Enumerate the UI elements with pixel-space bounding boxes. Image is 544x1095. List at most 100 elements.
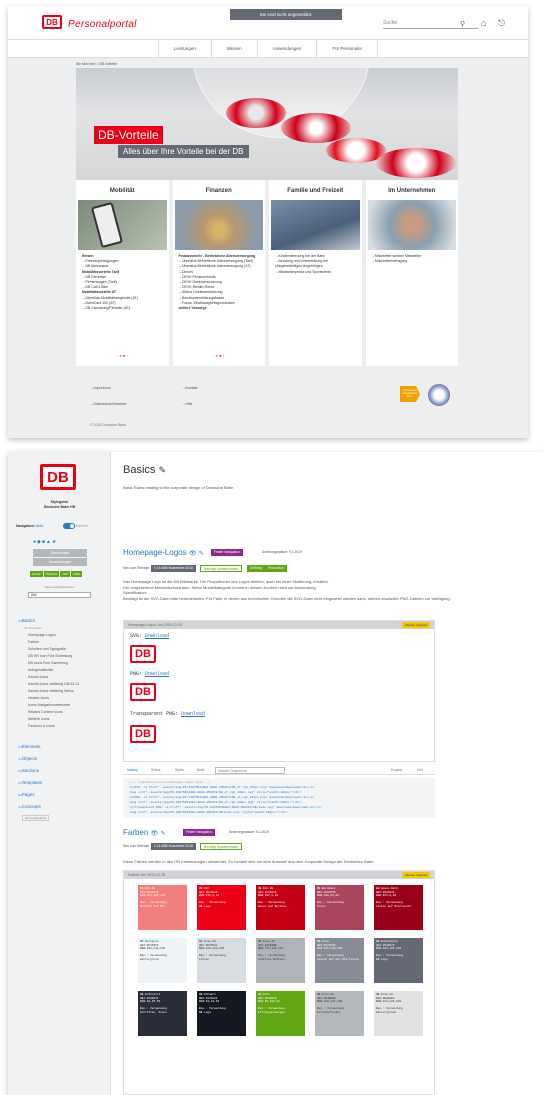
png-download: PNG: Download [130, 671, 169, 677]
version-select[interactable]: Alle [28, 592, 91, 598]
section-title-colors: Farben 👁 ✎ [123, 828, 165, 837]
db-logo[interactable]: DB [40, 464, 76, 490]
applications-box[interactable]: Anwendungen [33, 558, 87, 566]
tag-portal[interactable]: PORTAL [43, 571, 60, 577]
sidebar-tool-icons[interactable]: ●◆■▲★ [33, 539, 57, 545]
transparent-png-download-link[interactable]: Download [181, 711, 205, 717]
sidebar-link[interactable]: Weitere Icons [28, 717, 49, 721]
navigation-label: Navigation: [16, 524, 36, 528]
sidebar-link[interactable]: Related Content Icons [28, 710, 63, 714]
db-globe-icon[interactable] [428, 384, 450, 406]
color-swatch: DB-Grau-40 HEX:#AFB4BB RGB:175,180,187 Bsp… [256, 938, 305, 983]
color-swatch: DB-Rot-30 HEX:#F27E7E RGB:242,126,126 Bsp.… [138, 885, 187, 930]
card-title[interactable]: Familie und Freizeit [269, 180, 362, 200]
footer-link-impressum[interactable]: Impressum [90, 386, 111, 390]
logout-icon[interactable]: ⎋ [498, 18, 505, 29]
carousel-dots[interactable]: ‹ ● ● › [76, 353, 169, 358]
sidebar-link[interactable]: Anlegenaktivität [28, 668, 53, 672]
list-item[interactable]: Mitarbeiterbefragung [372, 259, 453, 264]
png-download-link[interactable]: Download [145, 671, 169, 677]
sidebar-all-templates[interactable]: All Templates [24, 626, 42, 630]
nav-pill[interactable]: Fester Navigation [183, 829, 215, 836]
color-swatch: DB-Rot-80 HEX:#C50014 RGB:197,0,20 Bsp.: V… [256, 885, 305, 930]
tab-styles[interactable]: Styles [175, 766, 184, 775]
nav-item-wissen[interactable]: Wissen [210, 40, 257, 57]
sidebar-section-concepts[interactable]: Concepts [18, 804, 41, 809]
home-icon[interactable]: ⌂ [481, 18, 486, 28]
card-title[interactable]: Mobilität [76, 180, 169, 200]
release-label: Neu zum Release [123, 844, 150, 848]
all-components-button[interactable]: All Components [22, 815, 50, 821]
breadcrumb[interactable]: Sie sind hier: / DB-Vorteile [76, 62, 117, 66]
sidebar-link[interactable]: Header-Icons [28, 696, 49, 700]
login-status-banner: Sie sind nicht angemeldet. [230, 9, 342, 20]
eye-icon[interactable]: 👁 [151, 831, 159, 837]
sidebar-link[interactable]: Farben [28, 640, 39, 644]
main-navigation: Leistungen Wissen Anwendungen Für Person… [8, 40, 528, 58]
edit-icon[interactable]: ✎ [158, 465, 166, 475]
sidebar-link[interactable]: Kachel-Icons [28, 675, 48, 679]
sidebar-link[interactable]: Favicons & Icons [28, 724, 55, 728]
nav-pill[interactable]: Fester Navigation [211, 549, 243, 556]
code-line: <img src="..assets/img/PS-93075D440E4-9D… [129, 791, 302, 794]
sidebar-link[interactable]: Homepage-Logos [28, 633, 56, 637]
card-mobilitaet: Mobilität Reisen Fahrvergünstigungen DB … [76, 180, 169, 366]
tab-status[interactable]: Status [151, 766, 160, 775]
db-logo[interactable]: DB [42, 15, 62, 29]
eye-icon[interactable]: 👁 [189, 551, 197, 557]
hero-subtitle: Alles über Ihre Vorteile bei der DB [118, 145, 249, 158]
description-line: Benötigt ist die SVG-Datei bitte herunte… [123, 595, 451, 601]
sidebar-section-pages[interactable]: Pages [18, 792, 35, 797]
list-item[interactable]: Beratung und Unterstützung bei pflegebed… [275, 259, 356, 269]
sidebar-link[interactable]: Icons Navigationselemente [28, 703, 70, 707]
swatch-text: Icons [317, 904, 326, 908]
footer-link-datenschutz[interactable]: Datenschutzhinweise [90, 402, 127, 406]
expand-button[interactable]: Expand [391, 766, 402, 775]
hero-title: DB-Vorteile [94, 126, 163, 144]
card-title[interactable]: Finanzen [173, 180, 266, 200]
list-heading[interactable]: weitere Vorsorge [179, 306, 260, 311]
nav-item-anwendungen[interactable]: Anwendungen [256, 40, 317, 57]
card-links: Kinderbetreuung bei der Bahn Beratung un… [269, 250, 362, 279]
card-title[interactable]: Im Unternehmen [366, 180, 459, 200]
footer-badge[interactable]: Verbraucher Unternehmen Bahn [400, 386, 420, 402]
svg-download-link[interactable]: Download [145, 633, 169, 639]
overview-box[interactable]: Übersichten [33, 549, 87, 557]
sidebar-link[interactable]: Kachel-Icons vielfarbig DB-03-12 [28, 682, 79, 686]
tab-build[interactable]: Build [197, 766, 204, 775]
download-label: SVG: [130, 633, 143, 639]
swatch-text: Linien auf Startseite [376, 904, 412, 908]
nav-item-personaler[interactable]: Für Personaler [316, 40, 379, 57]
include-component-select[interactable]: Include Component [215, 767, 285, 774]
list-item[interactable]: Mitarbeiterpreise und Sportevents [275, 270, 356, 275]
sidebar-link[interactable]: DB HR Icon Font Sammlung [28, 654, 72, 658]
sidebar-link[interactable]: Kachel-Icons vielfarbig Weiss [28, 689, 74, 693]
carousel-dots[interactable]: ‹ ● ● › [173, 353, 266, 358]
color-swatch: DB-Hellgrau HEX:#F0F3F5 RGB:240,243,245 Bs… [138, 938, 187, 983]
sidebar-link[interactable]: DB Icons Font Sammlung [28, 661, 68, 665]
navigation-toggle[interactable] [63, 523, 75, 529]
tab-markup[interactable]: Markup [127, 766, 138, 775]
footer-link-hilfe[interactable]: Hilfe [182, 402, 193, 406]
sidebar-section-templates[interactable]: Templates [18, 780, 43, 785]
styleguide-subtitle-line: Deutsche Bahn HR [43, 505, 76, 509]
sidebar-section-sections[interactable]: Sections [18, 768, 39, 773]
sidebar-section-basics[interactable]: Basics [18, 618, 35, 623]
swatch-text: DB Logo [199, 904, 211, 908]
nav-item-leistungen[interactable]: Leistungen [157, 40, 211, 57]
section-title-logos: Homepage-Logos 👁 ✎ [123, 548, 204, 557]
search-icon[interactable]: ⚲ [460, 20, 465, 28]
meta-pill: Benötigt Spalteninhalte [200, 843, 242, 850]
footer-link-kontakt[interactable]: Kontakt [182, 386, 198, 390]
list-item[interactable]: Überblick Betriebliche Altersversorgung … [179, 264, 260, 269]
tag-dock[interactable]: DOCK [30, 571, 43, 577]
edit-code-button[interactable]: Edit [417, 766, 423, 775]
tag-app[interactable]: APP [60, 571, 71, 577]
edit-icon[interactable]: ✎ [199, 551, 204, 557]
edit-icon[interactable]: ✎ [160, 831, 165, 837]
sidebar-section-elements[interactable]: Elements [18, 744, 41, 749]
list-item[interactable]: DB Carsharing/Flinkster (AT) [82, 306, 163, 311]
tag-cms[interactable]: CMS [71, 571, 83, 577]
sidebar-section-objects[interactable]: Objects [18, 756, 37, 761]
sidebar-link[interactable]: Schriften und Typografie [28, 647, 66, 651]
